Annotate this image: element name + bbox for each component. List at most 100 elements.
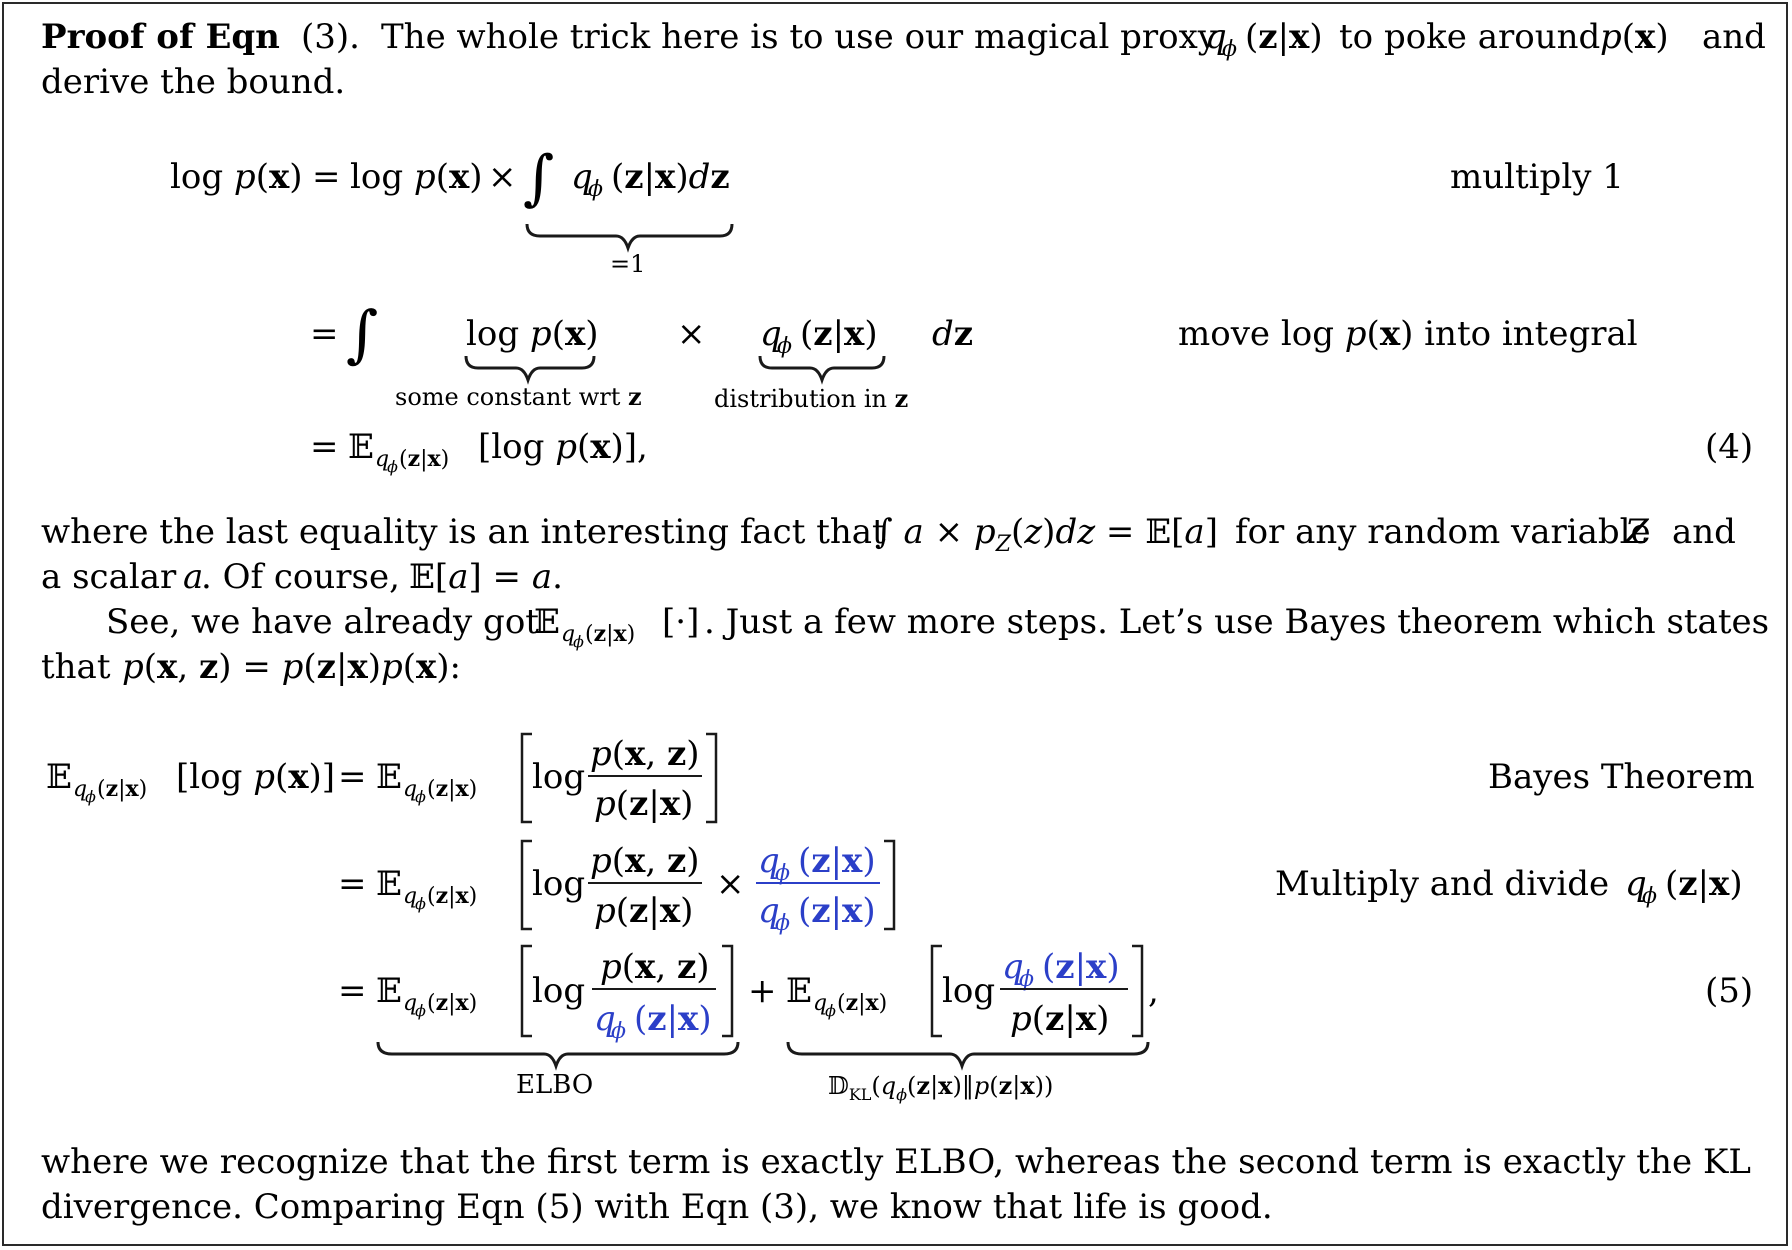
proof-label: Proof of Eqn — [41, 17, 280, 57]
svg-text:ϕ: ϕ — [387, 457, 398, 476]
svg-text:log: log — [532, 757, 585, 797]
svg-text:𝔼: 𝔼 — [376, 757, 402, 797]
note-move-into-integral: move log p(x) into integral — [1178, 314, 1638, 354]
eq5-equals-2: = — [338, 864, 367, 904]
eqn-ref-3: (3). — [301, 17, 360, 57]
eq4-logpx-term: log p(x) — [466, 314, 599, 354]
eq4-equals-3: = — [310, 427, 339, 467]
svg-text:𝔼: 𝔼 — [376, 864, 402, 904]
svg-text:(z|x): (z|x) — [427, 883, 477, 909]
note-multiply-1: multiply 1 — [1450, 157, 1624, 197]
math-bayes-identity: p(x, z) = p(z|x)p(x): — [122, 647, 461, 687]
svg-text:ϕ: ϕ — [415, 1001, 426, 1020]
svg-text:(z|x): (z|x) — [427, 990, 477, 1016]
svg-text:ϕ: ϕ — [85, 787, 96, 806]
svg-text:(z|x): (z|x) — [585, 621, 635, 647]
svg-text:(z|x): (z|x) — [798, 891, 876, 931]
svg-text:[log p(x)],: [log p(x)], — [478, 427, 648, 467]
proof-page: q ϕ Proof of Eqn (3). The whole trick he… — [0, 0, 1792, 1250]
svg-text:×: × — [716, 864, 745, 904]
eq5-equals-3: = — [338, 971, 367, 1011]
eq4-lhs: log p(x) — [170, 157, 303, 197]
eq4-number: (4) — [1705, 427, 1753, 467]
proof-document: q ϕ Proof of Eqn (3). The whole trick he… — [41, 17, 1769, 1227]
svg-text:(z|x): (z|x) — [800, 314, 878, 354]
svg-text:(z|x): (z|x) — [427, 776, 477, 802]
intro-text-a: The whole trick here is to use our magic… — [381, 17, 1218, 57]
eq5-number: (5) — [1705, 971, 1753, 1011]
underbrace-constant — [464, 355, 596, 385]
equation-5: 𝔼 qϕ (z|x) [log p(x)] = 𝔼 qϕ (z|x) log p… — [46, 732, 1755, 1104]
math-integral-fact: ∫ a × pZ(z)dz = 𝔼[a] — [875, 512, 1218, 557]
annot-equals-one: =1 — [610, 250, 645, 278]
svg-text:[log p(x)]: [log p(x)] — [176, 757, 335, 797]
intro-text-b: to poke around — [1339, 17, 1600, 57]
middle-paragraph: where the last equality is an interestin… — [41, 512, 1769, 687]
mid-text-3b: . Just a few more steps. Let’s use Bayes… — [704, 602, 1769, 642]
eq5-plus: + — [748, 971, 777, 1011]
svg-text:(z|x): (z|x) — [1042, 947, 1120, 987]
intro-text-c: and — [1702, 17, 1766, 57]
svg-text:(z|x)dz: (z|x)dz — [611, 157, 730, 197]
svg-text:(z|x): (z|x) — [634, 999, 712, 1039]
eq4-rhs-logpx: log p(x) — [350, 157, 483, 197]
mid-text-2a: a scalar — [41, 557, 177, 597]
svg-text:[·]: [·] — [662, 602, 699, 642]
closing-line-1: where we recognize that the first term i… — [41, 1142, 1751, 1182]
eq5-elbo-term: 𝔼 qϕ (z|x) log p(x, z) (z|x) — [376, 944, 734, 1044]
underbrace-equals-one — [525, 223, 734, 253]
svg-text:𝔼: 𝔼 — [534, 602, 560, 642]
svg-text:p(z|x): p(z|x) — [1010, 999, 1109, 1039]
eq4-times-2: × — [677, 314, 706, 354]
mid-text-1c: and — [1672, 512, 1736, 552]
mid-text-4: that — [41, 647, 111, 687]
svg-text:ϕ: ϕ — [415, 787, 426, 806]
note-multiply-divide: Multiply and divide (z|x) — [1275, 864, 1743, 909]
integral-sign-1: ∫ — [523, 143, 554, 213]
svg-text:,: , — [1148, 971, 1159, 1011]
intro-paragraph: Proof of Eqn (3). The whole trick here i… — [41, 17, 1766, 102]
blue-q-ratio: (z|x) (z|x) — [758, 841, 876, 936]
eq4-expectation: 𝔼 qϕ (z|x) [log p(x)], — [348, 427, 648, 476]
underbrace-kl — [786, 1041, 1150, 1071]
math-p-of-x: p(x) — [1600, 17, 1669, 57]
underbrace-distribution — [758, 355, 886, 385]
eq4-times-1: × — [488, 157, 517, 197]
eq5-line2-rhs: 𝔼 qϕ (z|x) log p(x, z) p(z|x) × (z|x) (z… — [376, 839, 896, 936]
label-kl-divergence: 𝔻KL(qϕ(z|x)‖p(z|x)) — [828, 1071, 1053, 1104]
svg-text:log: log — [942, 971, 995, 1011]
mid-text-1b: for any random variable — [1235, 512, 1651, 552]
equation-4: log p(x) = log p(x) × ∫ (z|x)dz =1 multi… — [170, 143, 1753, 476]
intro-line-2: derive the bound. — [41, 62, 345, 102]
svg-text:ϕ: ϕ — [573, 632, 584, 651]
eq5-lhs: 𝔼 qϕ (z|x) [log p(x)] — [46, 757, 335, 806]
svg-text:(z|x): (z|x) — [1665, 864, 1743, 904]
svg-text:Multiply and divide: Multiply and divide — [1275, 864, 1609, 904]
label-elbo: ELBO — [516, 1070, 593, 1100]
svg-text:p(x, z): p(x, z) — [600, 947, 710, 987]
integral-sign-2: ∫ — [346, 297, 378, 370]
svg-text:(z|x): (z|x) — [837, 990, 887, 1016]
svg-text:(z|x): (z|x) — [1245, 17, 1323, 57]
annot-constant-wrt-z: some constant wrt z — [395, 382, 642, 411]
eq5-equals-1: = — [338, 757, 367, 797]
eq4-equals-2: = — [310, 314, 339, 354]
math-Z: Z — [1624, 512, 1650, 552]
svg-text:ϕ: ϕ — [415, 894, 426, 913]
svg-text:(z|x): (z|x) — [798, 841, 876, 881]
svg-text:log: log — [532, 864, 585, 904]
eq5-kl-term: 𝔼 qϕ (z|x) log (z|x) p(z|x) , — [786, 944, 1159, 1039]
svg-text:(z|x): (z|x) — [399, 446, 449, 472]
math-E-q-dot: 𝔼 qϕ (z|x) [·] — [534, 602, 699, 651]
math-Ea-equals-a: 𝔼[a] = a. — [409, 557, 563, 597]
svg-text:p(x, z): p(x, z) — [590, 841, 700, 881]
eq5-line1-rhs: 𝔼 qϕ (z|x) log p(x, z) p(z|x) — [376, 732, 718, 824]
mid-text-1a: where the last equality is an interestin… — [41, 512, 886, 552]
eq4-q-integrand: (z|x)dz — [571, 157, 730, 202]
svg-text:(z|x): (z|x) — [97, 776, 147, 802]
eq4-dz: dz — [932, 314, 973, 354]
underbrace-elbo — [376, 1041, 740, 1071]
eq4-equals-1: = — [312, 157, 341, 197]
svg-text:𝔼: 𝔼 — [376, 971, 402, 1011]
svg-text:𝔼: 𝔼 — [786, 971, 812, 1011]
